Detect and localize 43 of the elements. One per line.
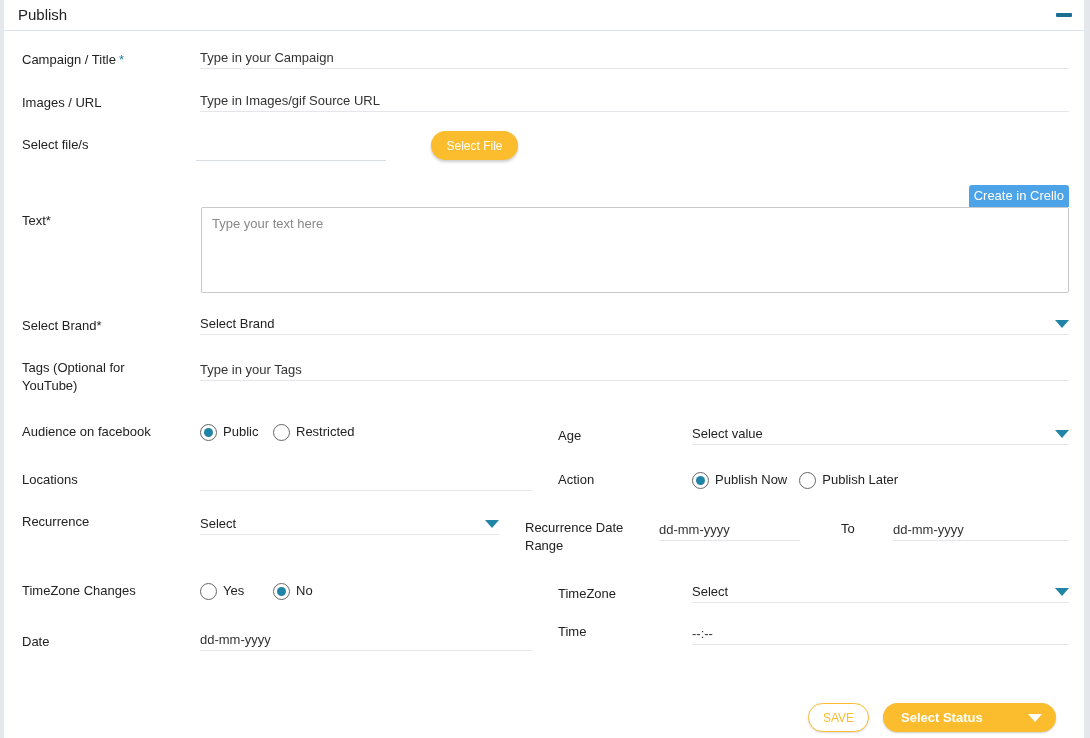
dropdown[interactable]: Select value [692, 423, 1069, 445]
caret-icon [1055, 319, 1069, 328]
field-label: TimeZone Changes [22, 582, 136, 600]
field-label: Date [22, 633, 50, 651]
required-mark: * [118, 51, 124, 69]
field-label: Locations [22, 471, 78, 489]
dropdown[interactable]: Select [692, 581, 1069, 603]
text-input[interactable]: Type in Images/gif Source URL [200, 90, 1069, 112]
panel-title: Publish [18, 4, 68, 25]
radio-option[interactable]: Publish Now [692, 470, 788, 490]
caret-icon [485, 519, 499, 528]
radio-option[interactable]: No [273, 581, 334, 601]
caret-icon [1055, 429, 1069, 438]
text-input[interactable]: dd-mm-yyyy [200, 629, 532, 651]
dropdown[interactable]: Select Brand [200, 313, 1069, 335]
dropdown[interactable]: Select [200, 513, 499, 535]
radio-option[interactable]: Publish Later [799, 470, 899, 490]
text-input[interactable]: Type in your Tags [200, 359, 1069, 381]
caret-icon [1028, 713, 1042, 722]
field-label: Campaign / Title [22, 51, 116, 69]
caret-icon [1055, 587, 1069, 596]
text-input[interactable]: --:-- [692, 623, 1069, 645]
field-label: Images / URL [22, 94, 102, 112]
text-input[interactable]: dd-mm-yyyy [659, 519, 800, 541]
field-label: Tags (Optional for YouTube) [22, 359, 126, 395]
field-label: TimeZone [558, 585, 617, 603]
to-label: To [841, 520, 856, 538]
field-label: Time [558, 623, 587, 641]
field-label: Audience on facebook [22, 423, 151, 441]
collapse-icon[interactable] [1056, 13, 1072, 17]
text-area[interactable]: Type your text here [201, 207, 1069, 293]
field-label: Text* [22, 212, 51, 230]
field-label: Recurrence Date Range [525, 519, 625, 555]
radio-option[interactable]: Public [200, 422, 261, 442]
field-label: Select Brand* [22, 317, 102, 335]
radio-option[interactable]: Restricted [273, 422, 355, 442]
field-label: Recurrence [22, 513, 90, 531]
field-label: Select file/s [22, 136, 89, 154]
text-input[interactable]: dd-mm-yyyy [893, 519, 1069, 541]
field-label: Age [558, 427, 582, 445]
text-input[interactable]: Type in your Campaign [200, 47, 1069, 69]
radio-option[interactable]: Yes [200, 581, 261, 601]
field-label: Action [558, 471, 595, 489]
